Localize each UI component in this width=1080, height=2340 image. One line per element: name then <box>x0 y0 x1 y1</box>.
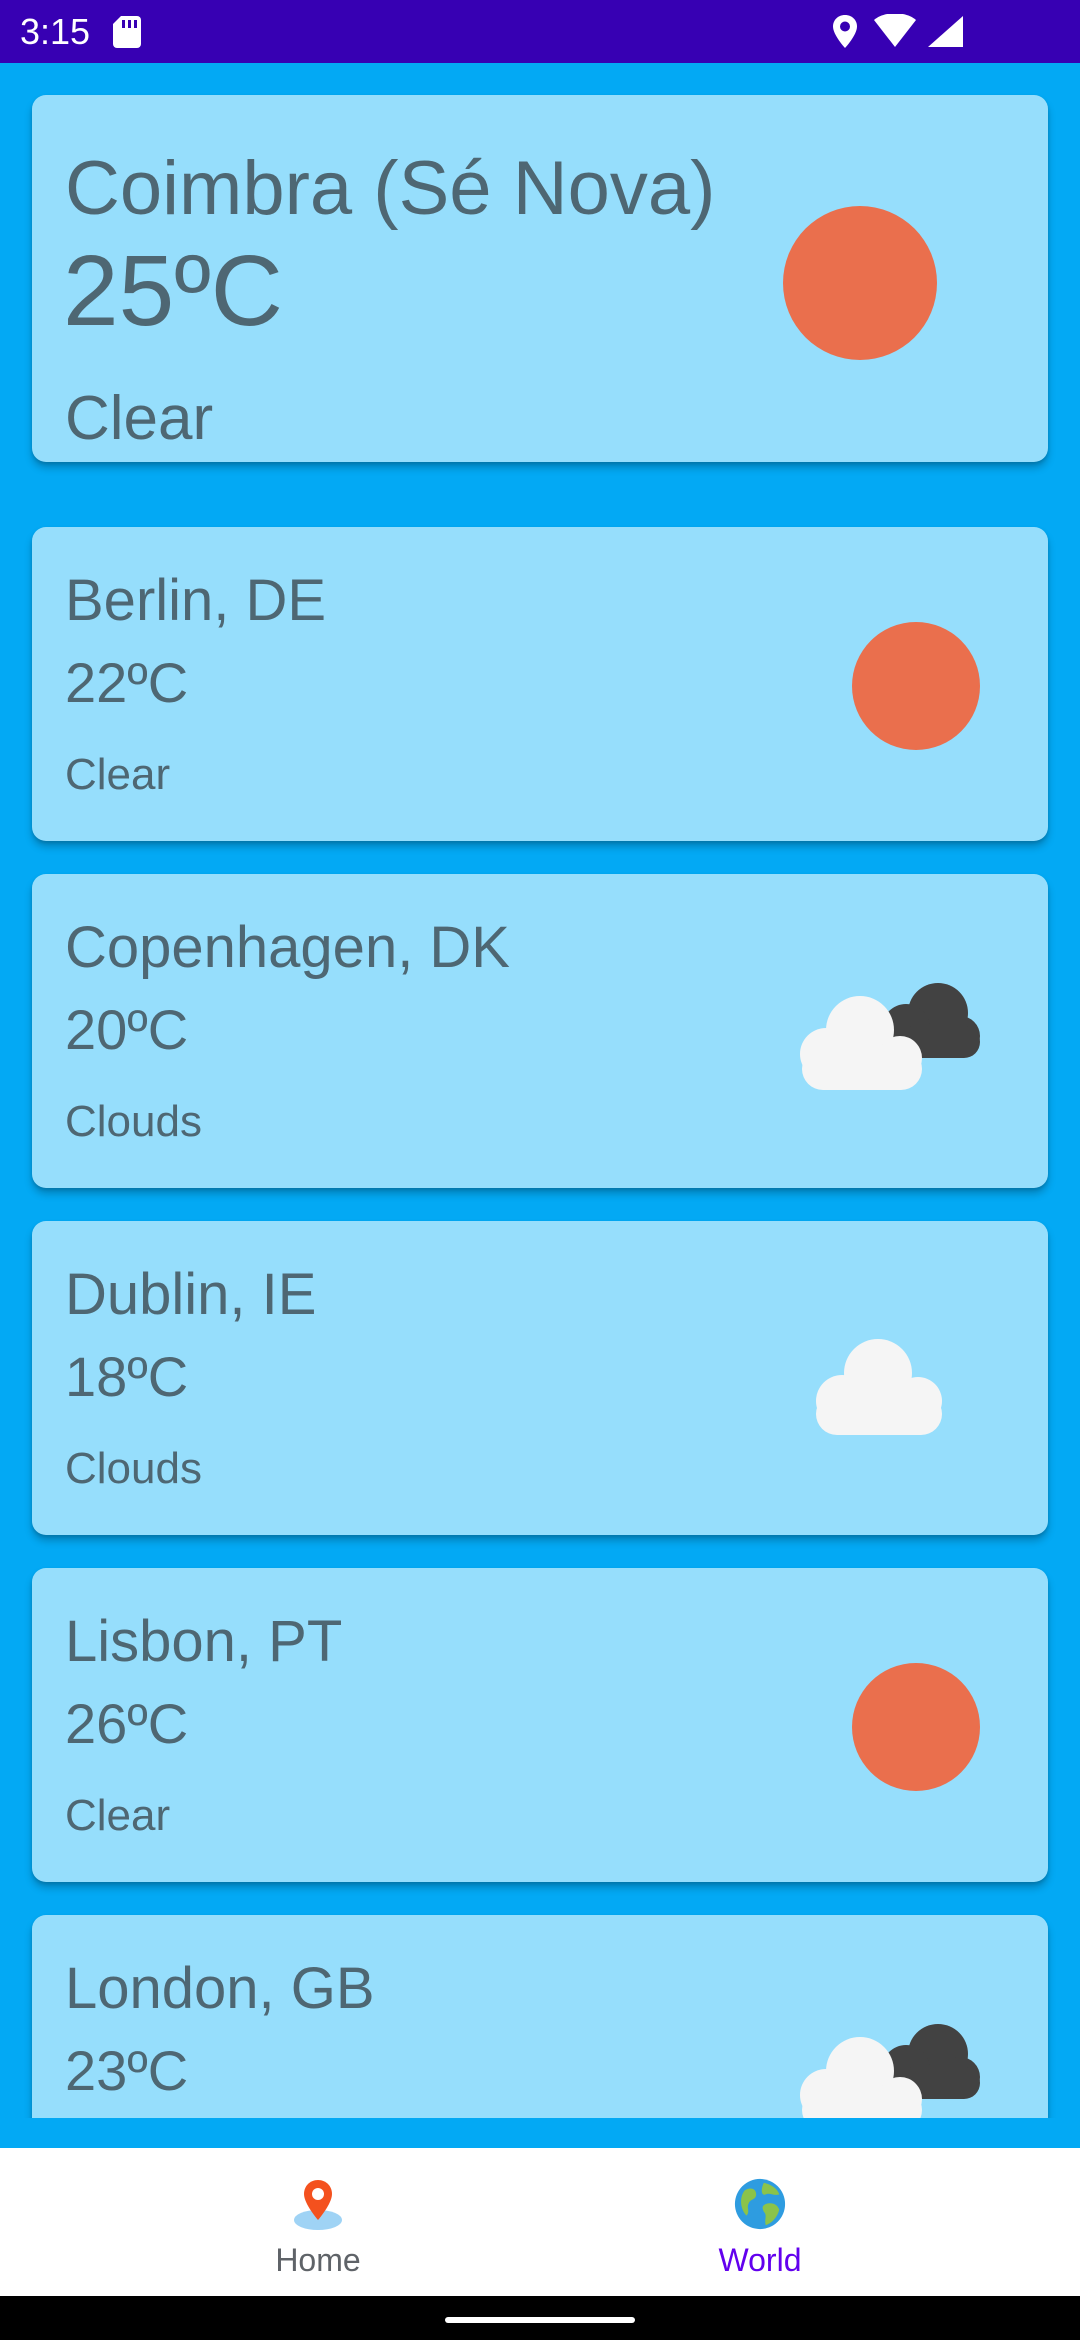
city-temperature: 22ºC <box>65 651 189 714</box>
nav-item-world[interactable]: World <box>490 2148 1030 2296</box>
sd-card-icon <box>113 16 141 48</box>
city-card-berlin[interactable]: Berlin, DE 22ºC Clear <box>32 527 1048 841</box>
city-name: Dublin, IE <box>65 1262 317 1327</box>
city-temperature: 20ºC <box>65 998 189 1061</box>
sun-icon <box>783 206 937 360</box>
city-card-copenhagen[interactable]: Copenhagen, DK 20ºC Clouds <box>32 874 1048 1188</box>
city-temperature: 23ºC <box>65 2039 189 2102</box>
city-card-dublin[interactable]: Dublin, IE 18ºC Clouds <box>32 1221 1048 1535</box>
gesture-navigation-bar <box>0 2296 1080 2340</box>
status-icons <box>832 14 968 50</box>
city-name: London, GB <box>65 1956 375 2021</box>
nav-label-world: World <box>718 2242 802 2278</box>
globe-icon <box>734 2178 786 2230</box>
wifi-icon <box>874 14 916 47</box>
city-name: Copenhagen, DK <box>65 915 510 980</box>
location-icon <box>833 15 857 48</box>
current-temperature: 25ºC <box>63 235 283 347</box>
city-condition: Clear <box>65 1791 171 1840</box>
sun-icon <box>852 1663 980 1791</box>
city-name: Berlin, DE <box>65 568 327 633</box>
city-condition: Clear <box>65 750 171 799</box>
map-pin-icon <box>294 2180 342 2230</box>
dark-clouds-icon <box>800 2024 980 2118</box>
current-location-card[interactable]: Coimbra (Sé Nova) 25ºC Clear <box>32 95 1048 462</box>
city-temperature: 26ºC <box>65 1692 189 1755</box>
city-temperature: 18ºC <box>65 1345 189 1408</box>
city-condition: Clouds <box>65 1097 202 1146</box>
home-gesture-handle[interactable] <box>445 2317 635 2323</box>
cloud-icon <box>816 1339 942 1435</box>
current-condition: Clear <box>65 384 214 453</box>
bottom-navigation: Home World <box>0 2148 1080 2296</box>
sun-icon <box>852 622 980 750</box>
city-card-lisbon[interactable]: Lisbon, PT 26ºC Clear <box>32 1568 1048 1882</box>
city-condition: Clouds <box>65 1444 202 1493</box>
city-card-london[interactable]: London, GB 23ºC <box>32 1915 1048 2118</box>
signal-icon <box>928 16 963 47</box>
weather-list[interactable]: Coimbra (Sé Nova) 25ºC Clear Berlin, DE … <box>0 63 1080 2118</box>
city-name: Lisbon, PT <box>65 1609 343 1674</box>
current-city-name: Coimbra (Sé Nova) <box>65 146 716 231</box>
status-bar: 3:15 <box>0 0 1080 63</box>
status-time: 3:15 <box>20 11 91 52</box>
dark-clouds-icon <box>800 983 980 1090</box>
